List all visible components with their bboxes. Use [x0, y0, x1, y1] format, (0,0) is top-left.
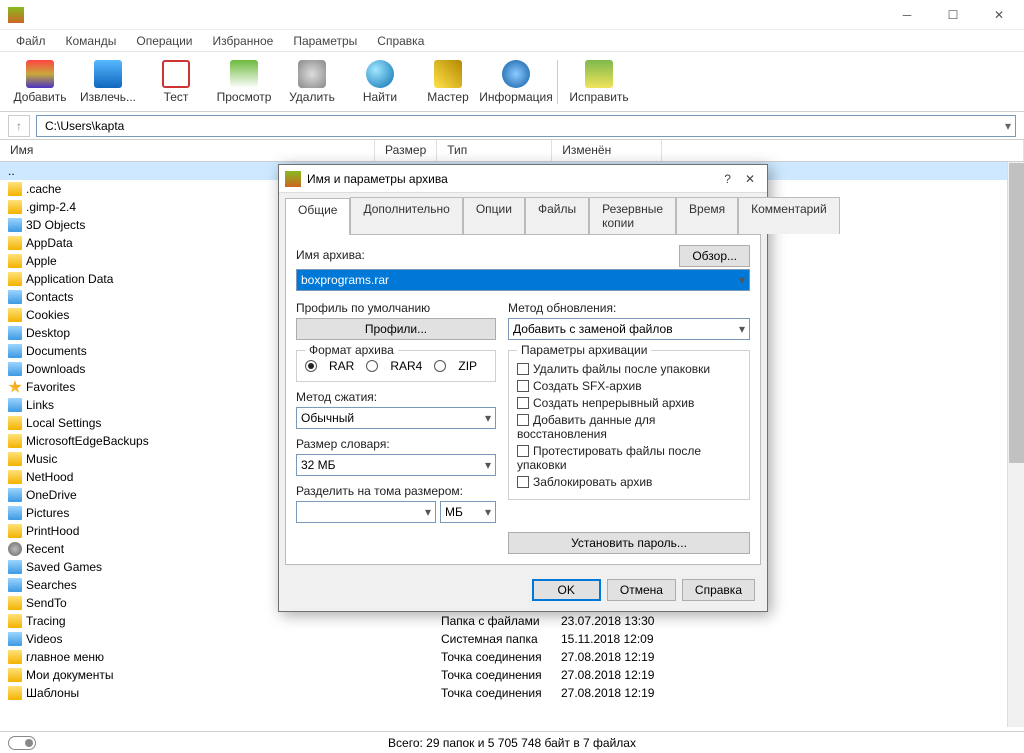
- menu-help[interactable]: Справка: [369, 32, 432, 50]
- radio-zip[interactable]: [434, 360, 446, 372]
- menu-favorites[interactable]: Избранное: [205, 32, 282, 50]
- menu-commands[interactable]: Команды: [58, 32, 125, 50]
- set-password-button[interactable]: Установить пароль...: [508, 532, 750, 554]
- col-name[interactable]: Имя: [0, 140, 375, 161]
- tab-general[interactable]: Общие: [285, 198, 350, 235]
- tab-files[interactable]: Файлы: [525, 197, 589, 234]
- menu-file[interactable]: Файл: [8, 32, 54, 50]
- col-modified[interactable]: Изменён: [552, 140, 662, 161]
- tab-advanced[interactable]: Дополнительно: [350, 197, 462, 234]
- chevron-down-icon[interactable]: ▾: [1005, 119, 1011, 133]
- chevron-down-icon[interactable]: ▾: [739, 273, 745, 287]
- check-test[interactable]: [517, 445, 529, 457]
- ok-button[interactable]: OK: [532, 579, 601, 601]
- list-item[interactable]: ШаблоныТочка соединения27.08.2018 12:19: [0, 684, 1010, 702]
- col-type[interactable]: Тип: [437, 140, 552, 161]
- archive-name-input[interactable]: boxprograms.rar ▾: [296, 269, 750, 291]
- list-item[interactable]: VideosСистемная папка15.11.2018 12:09: [0, 630, 1010, 648]
- tool-add[interactable]: Добавить: [10, 55, 70, 109]
- arch-params-label: Параметры архивации: [517, 343, 651, 357]
- archive-dialog: Имя и параметры архива ? ✕ Общие Дополни…: [278, 164, 768, 612]
- column-headers: Имя Размер Тип Изменён: [0, 140, 1024, 162]
- tool-repair[interactable]: Исправить: [569, 55, 629, 109]
- archive-name-value: boxprograms.rar: [301, 273, 389, 287]
- help-button[interactable]: Справка: [682, 579, 755, 601]
- dict-select[interactable]: 32 МБ▾: [296, 454, 496, 476]
- check-solid[interactable]: [517, 397, 529, 409]
- tab-backup[interactable]: Резервные копии: [589, 197, 676, 234]
- profile-label: Профиль по умолчанию: [296, 301, 496, 315]
- radio-rar4[interactable]: [366, 360, 378, 372]
- tool-find[interactable]: Найти: [350, 55, 410, 109]
- menu-operations[interactable]: Операции: [128, 32, 200, 50]
- check-sfx[interactable]: [517, 380, 529, 392]
- list-item[interactable]: Мои документыТочка соединения27.08.2018 …: [0, 666, 1010, 684]
- split-size-input[interactable]: ▾: [296, 501, 436, 523]
- dialog-close-button[interactable]: ✕: [745, 172, 755, 186]
- compression-select[interactable]: Обычный▾: [296, 407, 496, 429]
- browse-button[interactable]: Обзор...: [679, 245, 750, 267]
- format-label: Формат архива: [305, 343, 398, 357]
- dialog-icon: [285, 171, 301, 187]
- cancel-button[interactable]: Отмена: [607, 579, 676, 601]
- list-item[interactable]: главное менюТочка соединения27.08.2018 1…: [0, 648, 1010, 666]
- tool-info[interactable]: Информация: [486, 55, 546, 109]
- dialog-help-button[interactable]: ?: [724, 172, 731, 186]
- toolbar: Добавить Извлечь... Тест Просмотр Удалит…: [0, 52, 1024, 112]
- radio-rar[interactable]: [305, 360, 317, 372]
- dict-label: Размер словаря:: [296, 437, 496, 451]
- scrollbar[interactable]: [1007, 162, 1024, 727]
- check-delete[interactable]: [517, 363, 529, 375]
- up-button[interactable]: ↑: [8, 115, 30, 137]
- tab-time[interactable]: Время: [676, 197, 738, 234]
- check-lock[interactable]: [517, 476, 529, 488]
- path-text: C:\Users\kapta: [45, 119, 124, 133]
- app-icon: [8, 7, 24, 23]
- split-label: Разделить на тома размером:: [296, 484, 496, 498]
- profiles-button[interactable]: Профили...: [296, 318, 496, 340]
- update-method-label: Метод обновления:: [508, 301, 750, 315]
- tool-delete[interactable]: Удалить: [282, 55, 342, 109]
- archive-name-label: Имя архива:: [296, 248, 365, 262]
- compression-label: Метод сжатия:: [296, 390, 496, 404]
- tab-comment[interactable]: Комментарий: [738, 197, 840, 234]
- check-recovery[interactable]: [517, 414, 529, 426]
- minimize-button[interactable]: ─: [884, 0, 930, 30]
- close-button[interactable]: ✕: [976, 0, 1022, 30]
- update-method-select[interactable]: Добавить с заменой файлов▾: [508, 318, 750, 340]
- menu-bar: Файл Команды Операции Избранное Параметр…: [0, 30, 1024, 52]
- col-size[interactable]: Размер: [375, 140, 437, 161]
- split-unit-select[interactable]: МБ▾: [440, 501, 496, 523]
- menu-params[interactable]: Параметры: [285, 32, 365, 50]
- status-slot-icon: [8, 736, 36, 750]
- tool-test[interactable]: Тест: [146, 55, 206, 109]
- list-item[interactable]: TracingПапка с файлами23.07.2018 13:30: [0, 612, 1010, 630]
- maximize-button[interactable]: ☐: [930, 0, 976, 30]
- tool-extract[interactable]: Извлечь...: [78, 55, 138, 109]
- tool-wizard[interactable]: Мастер: [418, 55, 478, 109]
- path-input[interactable]: C:\Users\kapta ▾: [36, 115, 1016, 137]
- status-text: Всего: 29 папок и 5 705 748 байт в 7 фай…: [388, 736, 636, 750]
- tab-options[interactable]: Опции: [463, 197, 525, 234]
- tool-view[interactable]: Просмотр: [214, 55, 274, 109]
- dialog-title: Имя и параметры архива: [307, 172, 448, 186]
- scrollbar-thumb[interactable]: [1009, 163, 1024, 463]
